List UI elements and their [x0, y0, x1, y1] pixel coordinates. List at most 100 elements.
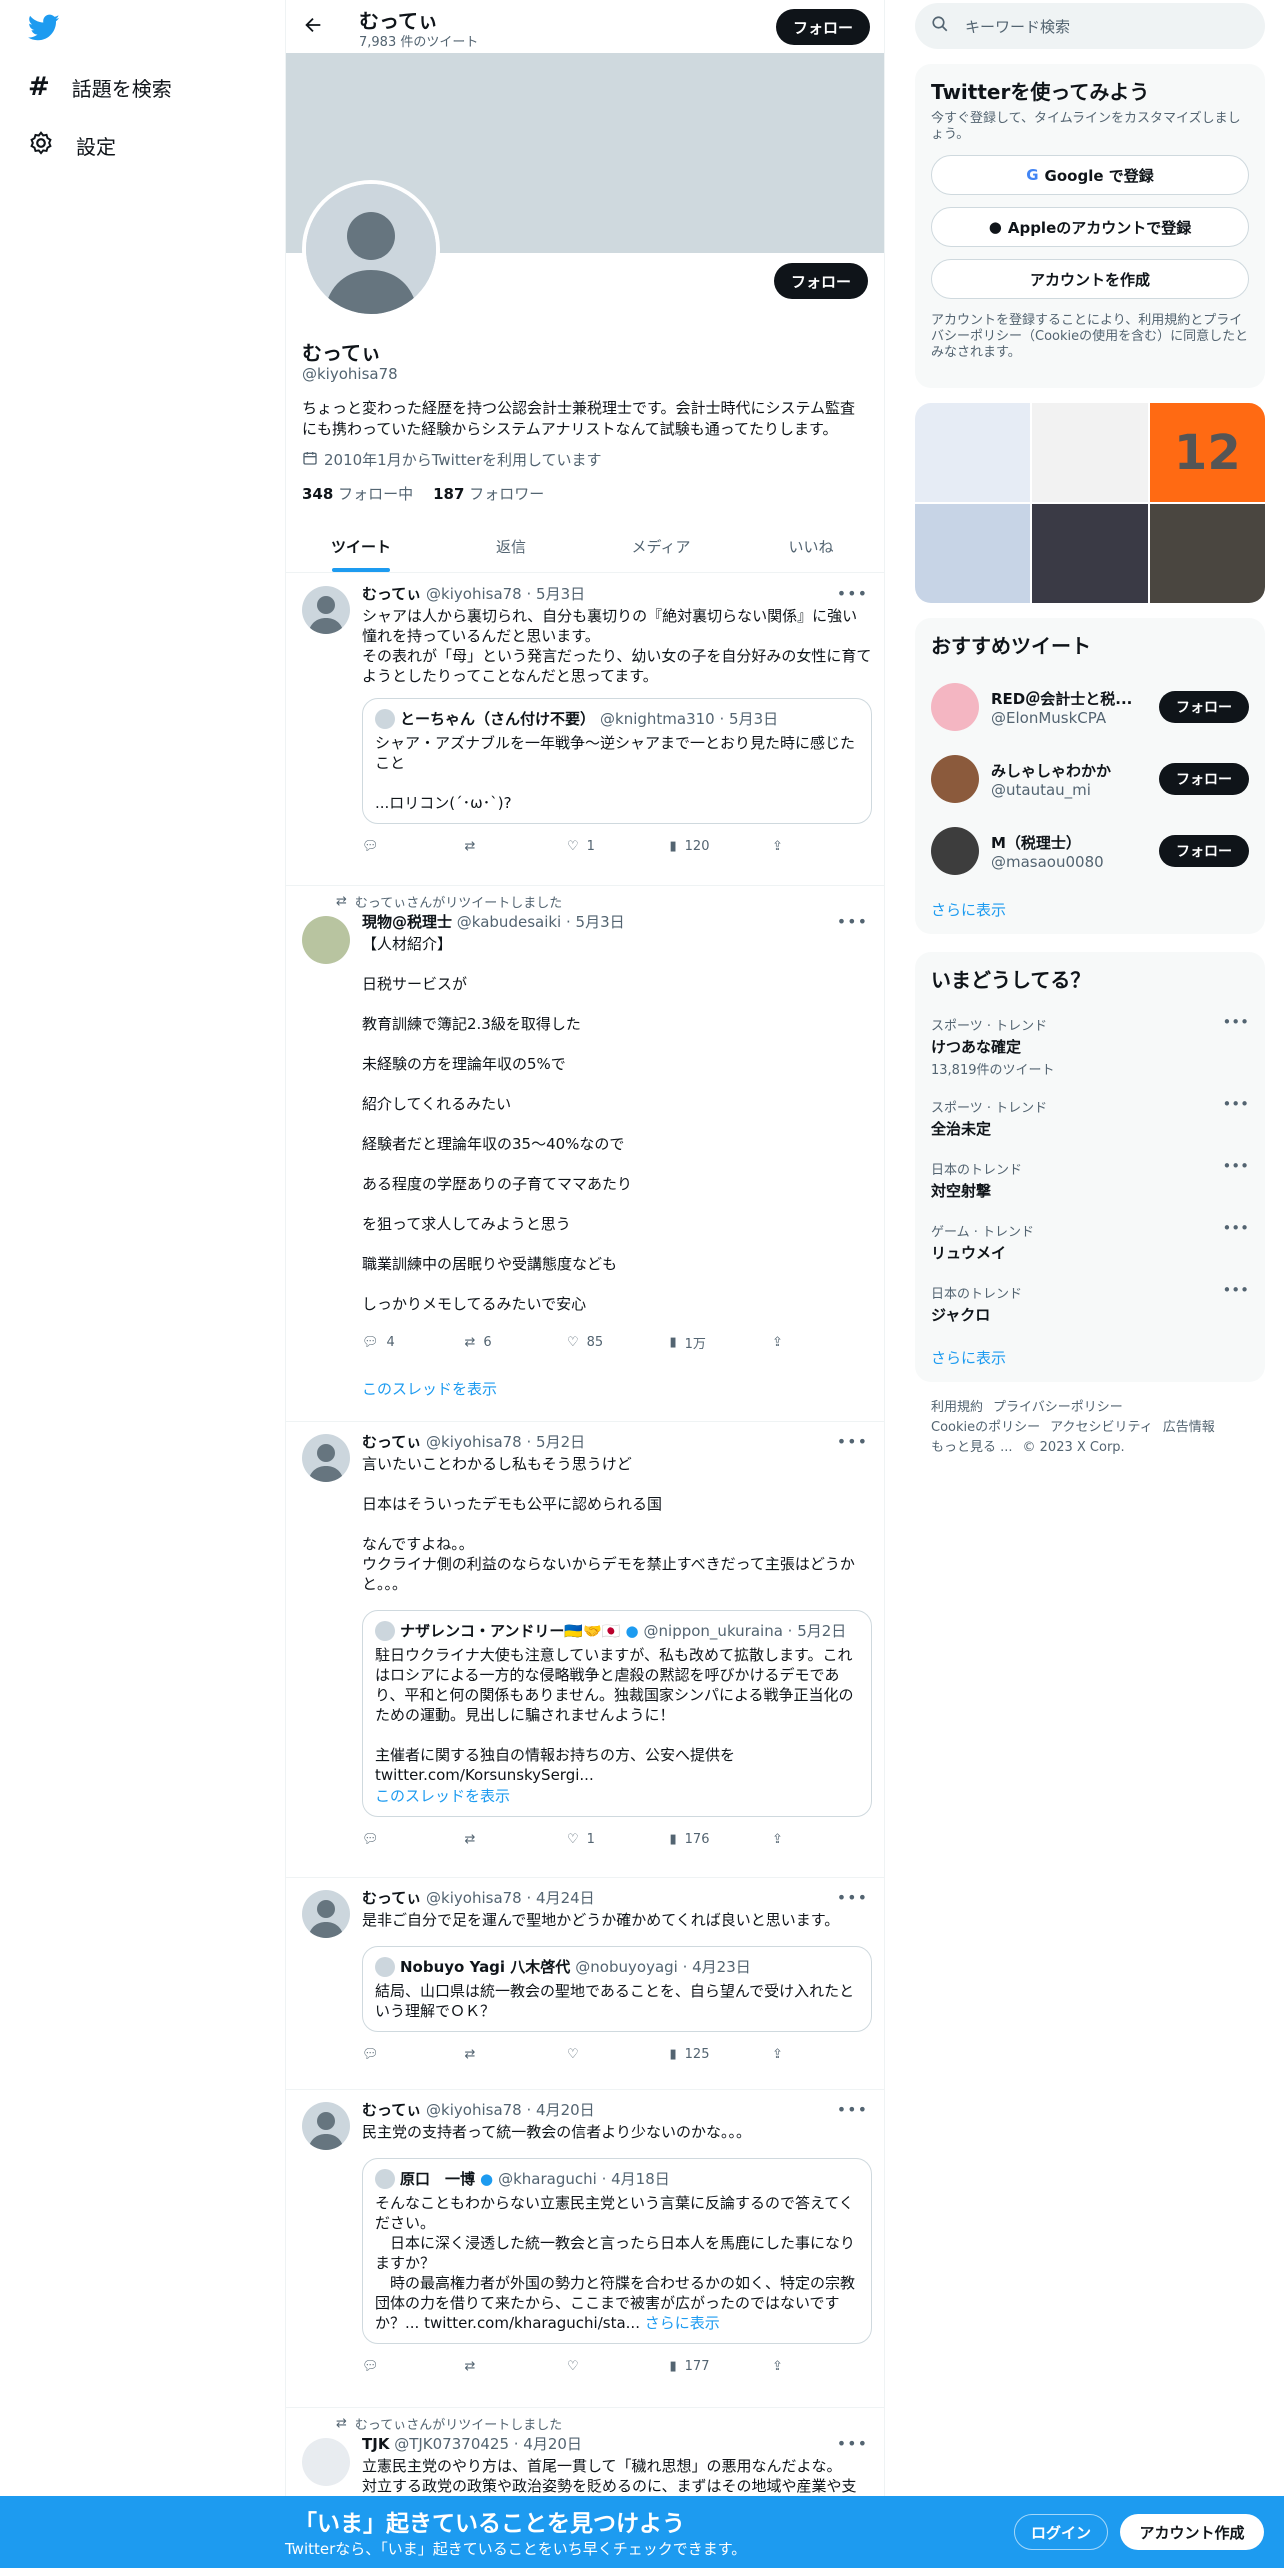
avatar[interactable]	[302, 1434, 350, 1482]
footer-link[interactable]: もっと見る ...	[931, 1440, 1013, 1455]
signup-button[interactable]: アカウント作成	[1120, 2514, 1264, 2550]
media-thumb[interactable]	[1032, 504, 1148, 603]
views-button[interactable]: ▮ 177	[670, 2356, 750, 2376]
share-button[interactable]: ⇪	[772, 1829, 792, 1849]
login-button[interactable]: ログイン	[1014, 2514, 1108, 2550]
media-thumb[interactable]	[1032, 403, 1148, 502]
like-button[interactable]: ♡ 1	[567, 836, 647, 856]
tweet-author[interactable]: 現物@税理士	[362, 913, 452, 931]
views-button[interactable]: ▮ 1万	[670, 1332, 750, 1352]
retweet-button[interactable]: ⇄	[465, 836, 545, 856]
create-account-button[interactable]: アカウントを作成	[931, 259, 1249, 299]
views-button[interactable]: ▮ 176	[670, 1829, 750, 1849]
media-thumb[interactable]	[1149, 504, 1265, 603]
reply-button[interactable]: 💬︎	[362, 2044, 442, 2064]
more-icon[interactable]: •••	[1222, 1281, 1249, 1299]
views-button[interactable]: ▮ 120	[670, 836, 750, 856]
views-button[interactable]: ▮ 125	[670, 2044, 750, 2064]
share-button[interactable]: ⇪	[772, 836, 792, 856]
recommended-user[interactable]: M（税理士） @masaou0080 フォロー	[915, 815, 1265, 887]
media-thumb[interactable]	[915, 504, 1031, 603]
twitter-logo-icon[interactable]	[27, 14, 60, 46]
retweet-button[interactable]: ⇄ 6	[465, 1332, 545, 1352]
retweet-button[interactable]: ⇄	[465, 2356, 545, 2376]
tab-replies[interactable]: 返信	[436, 520, 586, 572]
avatar[interactable]	[302, 2438, 350, 2486]
like-button[interactable]: ♡	[567, 2356, 647, 2376]
search-box[interactable]: キーワード検索	[915, 3, 1265, 49]
tweet-item[interactable]: ••• むってぃ @kiyohisa78 · 4月24日 是非ご自分で足を運んで…	[286, 1878, 884, 2090]
avatar[interactable]	[302, 2102, 350, 2150]
follow-button[interactable]: フォロー	[1159, 835, 1249, 867]
avatar[interactable]	[302, 1890, 350, 1938]
like-button[interactable]: ♡	[567, 2044, 647, 2064]
trend-item[interactable]: スポーツ · トレンド けつあな確定 13,819件のツイート •••	[915, 1005, 1265, 1087]
tweet-author[interactable]: むってぃ	[362, 585, 421, 603]
footer-link[interactable]: アクセシビリティ	[1050, 1420, 1153, 1435]
trend-item[interactable]: 日本のトレンド ジャクロ •••	[915, 1273, 1265, 1335]
show-thread-link[interactable]: このスレッドを表示	[362, 1378, 872, 1399]
tweet-author[interactable]: むってぃ	[362, 1433, 421, 1451]
avatar[interactable]	[931, 755, 979, 803]
more-icon[interactable]: •••	[1222, 1095, 1249, 1113]
footer-link[interactable]: 広告情報	[1163, 1420, 1215, 1435]
media-thumb[interactable]: 12	[1149, 403, 1265, 502]
following-link[interactable]: 348 フォロー中	[302, 483, 413, 504]
avatar[interactable]	[931, 683, 979, 731]
avatar[interactable]	[931, 827, 979, 875]
nav-settings[interactable]: 設定	[28, 130, 116, 161]
tweet-item[interactable]: ••• むってぃ @kiyohisa78 · 5月2日 言いたいことわかるし私も…	[286, 1422, 884, 1878]
footer-link[interactable]: 利用規約	[931, 1400, 983, 1415]
show-more-link[interactable]: さらに表示	[915, 1335, 1265, 1380]
footer-link[interactable]: プライバシーポリシー	[993, 1400, 1123, 1415]
retweet-button[interactable]: ⇄	[465, 1829, 545, 1849]
footer-link[interactable]: Cookieのポリシー	[931, 1420, 1040, 1435]
tweet-author[interactable]: TJK	[362, 2435, 389, 2453]
quote-tweet[interactable]: ナザレンコ・アンドリー🇺🇦🤝🇯🇵 ● @nippon_ukuraina · 5月2日…	[362, 1610, 872, 1817]
reply-button[interactable]: 💬︎ 4	[362, 1332, 442, 1352]
share-button[interactable]: ⇪	[772, 2356, 792, 2376]
tweet-item[interactable]: ••• むってぃ @kiyohisa78 · 4月20日 民主党の支持者って統一…	[286, 2090, 884, 2408]
profile-avatar[interactable]	[302, 180, 440, 318]
recommended-user[interactable]: RED＠会計士と税... @ElonMuskCPA フォロー	[915, 671, 1265, 743]
tweet-author[interactable]: むってぃ	[362, 1889, 421, 1907]
like-button[interactable]: ♡ 85	[567, 1332, 647, 1352]
follow-button[interactable]: フォロー	[1159, 691, 1249, 723]
google-signup-button[interactable]: G Google で登録	[931, 155, 1249, 195]
apple-signup-button[interactable]: ● Appleのアカウントで登録	[931, 207, 1249, 247]
quote-tweet[interactable]: とーちゃん（さん付け不要） @knightma310 · 5月3日 シャア・アズナ…	[362, 698, 872, 824]
tab-likes[interactable]: いいね	[736, 520, 884, 572]
header-follow-button[interactable]: フォロー	[776, 9, 870, 45]
nav-explore[interactable]: # 話題を検索	[28, 72, 172, 102]
trend-item[interactable]: スポーツ · トレンド 全治未定 •••	[915, 1087, 1265, 1149]
like-button[interactable]: ♡ 1	[567, 1829, 647, 1849]
tweet-item[interactable]: ⇄ むってぃさんがリツイートしました ••• 現物@税理士 @kabudesaik…	[286, 886, 884, 1422]
media-thumb[interactable]	[915, 403, 1031, 502]
quote-tweet[interactable]: Nobuyo Yagi 八木啓代 @nobuyoyagi · 4月23日 結局、山…	[362, 1946, 872, 2032]
retweet-button[interactable]: ⇄	[465, 2044, 545, 2064]
tab-media[interactable]: メディア	[586, 520, 736, 572]
more-icon[interactable]: •••	[1222, 1219, 1249, 1237]
quote-show-more[interactable]: さらに表示	[645, 2314, 720, 2332]
quote-tweet[interactable]: 原口 一博 ● @kharaguchi · 4月18日 そんなこともわからない立憲民…	[362, 2158, 872, 2344]
more-icon[interactable]: •••	[1222, 1157, 1249, 1175]
reply-button[interactable]: 💬︎	[362, 1829, 442, 1849]
avatar[interactable]	[302, 586, 350, 634]
reply-button[interactable]: 💬︎	[362, 836, 442, 856]
avatar[interactable]	[302, 916, 350, 964]
more-icon[interactable]: •••	[1222, 1013, 1249, 1031]
back-arrow-icon[interactable]	[302, 14, 324, 40]
share-button[interactable]: ⇪	[772, 1332, 792, 1352]
quote-thread-link[interactable]: このスレッドを表示	[375, 1785, 859, 1806]
trend-item[interactable]: 日本のトレンド 対空射撃 •••	[915, 1149, 1265, 1211]
tab-tweets[interactable]: ツイート	[286, 520, 436, 572]
profile-follow-button[interactable]: フォロー	[774, 263, 868, 299]
followers-link[interactable]: 187 フォロワー	[433, 483, 544, 504]
trend-item[interactable]: ゲーム · トレンド リュウメイ •••	[915, 1211, 1265, 1273]
tweet-author[interactable]: むってぃ	[362, 2101, 421, 2119]
recommended-user[interactable]: みしゃしゃわかか @utautau_mi フォロー	[915, 743, 1265, 815]
share-button[interactable]: ⇪	[772, 2044, 792, 2064]
show-more-link[interactable]: さらに表示	[915, 887, 1265, 932]
reply-button[interactable]: 💬︎	[362, 2356, 442, 2376]
tweet-item[interactable]: ••• むってぃ @kiyohisa78 · 5月3日 シャアは人から裏切られ、…	[286, 574, 884, 886]
